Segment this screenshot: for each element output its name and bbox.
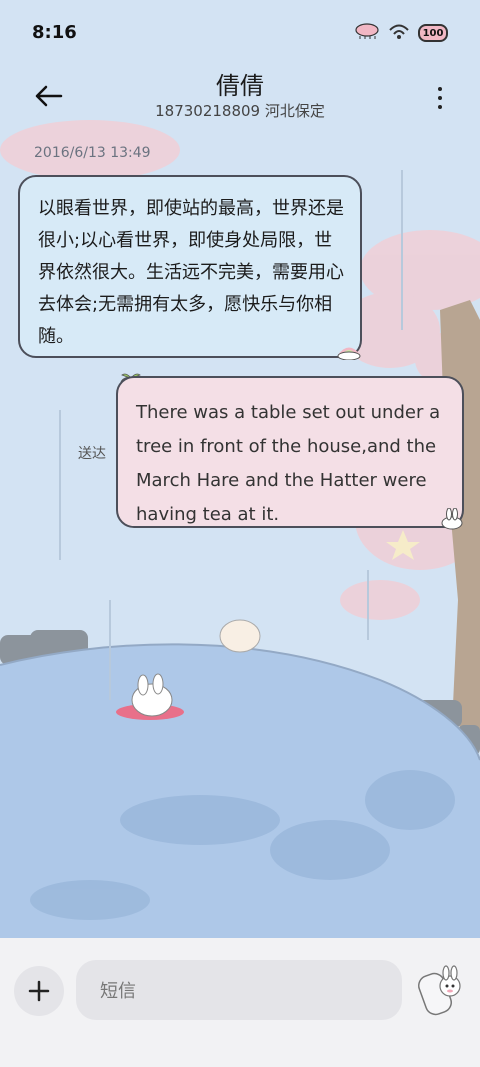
message-input[interactable]: 短信 (76, 960, 402, 1020)
more-vertical-icon (438, 87, 442, 91)
rainbow-cloud-icon (336, 342, 362, 364)
incoming-message-text: 以眼看世界，即使站的最高，世界还是很小;以心看世界，即使身处局限，世界依然很大。… (38, 198, 344, 347)
delivery-status: 送达 (78, 446, 106, 462)
status-icons: 100 (354, 22, 448, 44)
conversation-header: 倩倩 18730218809 河北保定 (0, 66, 480, 130)
signal-cloud-icon (354, 22, 380, 44)
contact-name: 倩倩 (216, 72, 264, 100)
composer-bar: 短信 (0, 938, 480, 1067)
battery-icon: 100 (418, 24, 448, 42)
incoming-message-bubble[interactable]: 以眼看世界，即使站的最高，世界还是很小;以心看世界，即使身处局限，世界依然很大。… (18, 175, 362, 358)
message-input-placeholder: 短信 (100, 981, 136, 1002)
wifi-icon (388, 22, 410, 44)
more-options-button[interactable] (430, 78, 450, 118)
send-button[interactable] (416, 964, 468, 1020)
outgoing-message-bubble[interactable]: There was a table set out under a tree i… (116, 376, 464, 528)
bunny-send-sticker-icon (418, 965, 461, 1016)
status-time: 8:16 (32, 22, 77, 43)
status-bar: 8:16 100 (0, 0, 480, 66)
message-timestamp: 2016/6/13 13:49 (34, 145, 151, 161)
plus-icon (28, 980, 50, 1002)
contact-number-location: 18730218809 河北保定 (155, 102, 325, 120)
add-attachment-button[interactable] (14, 966, 64, 1016)
bunny-sticker-icon (440, 507, 464, 534)
battery-level: 100 (422, 27, 444, 39)
outgoing-message-text: There was a table set out under a tree i… (136, 402, 441, 525)
